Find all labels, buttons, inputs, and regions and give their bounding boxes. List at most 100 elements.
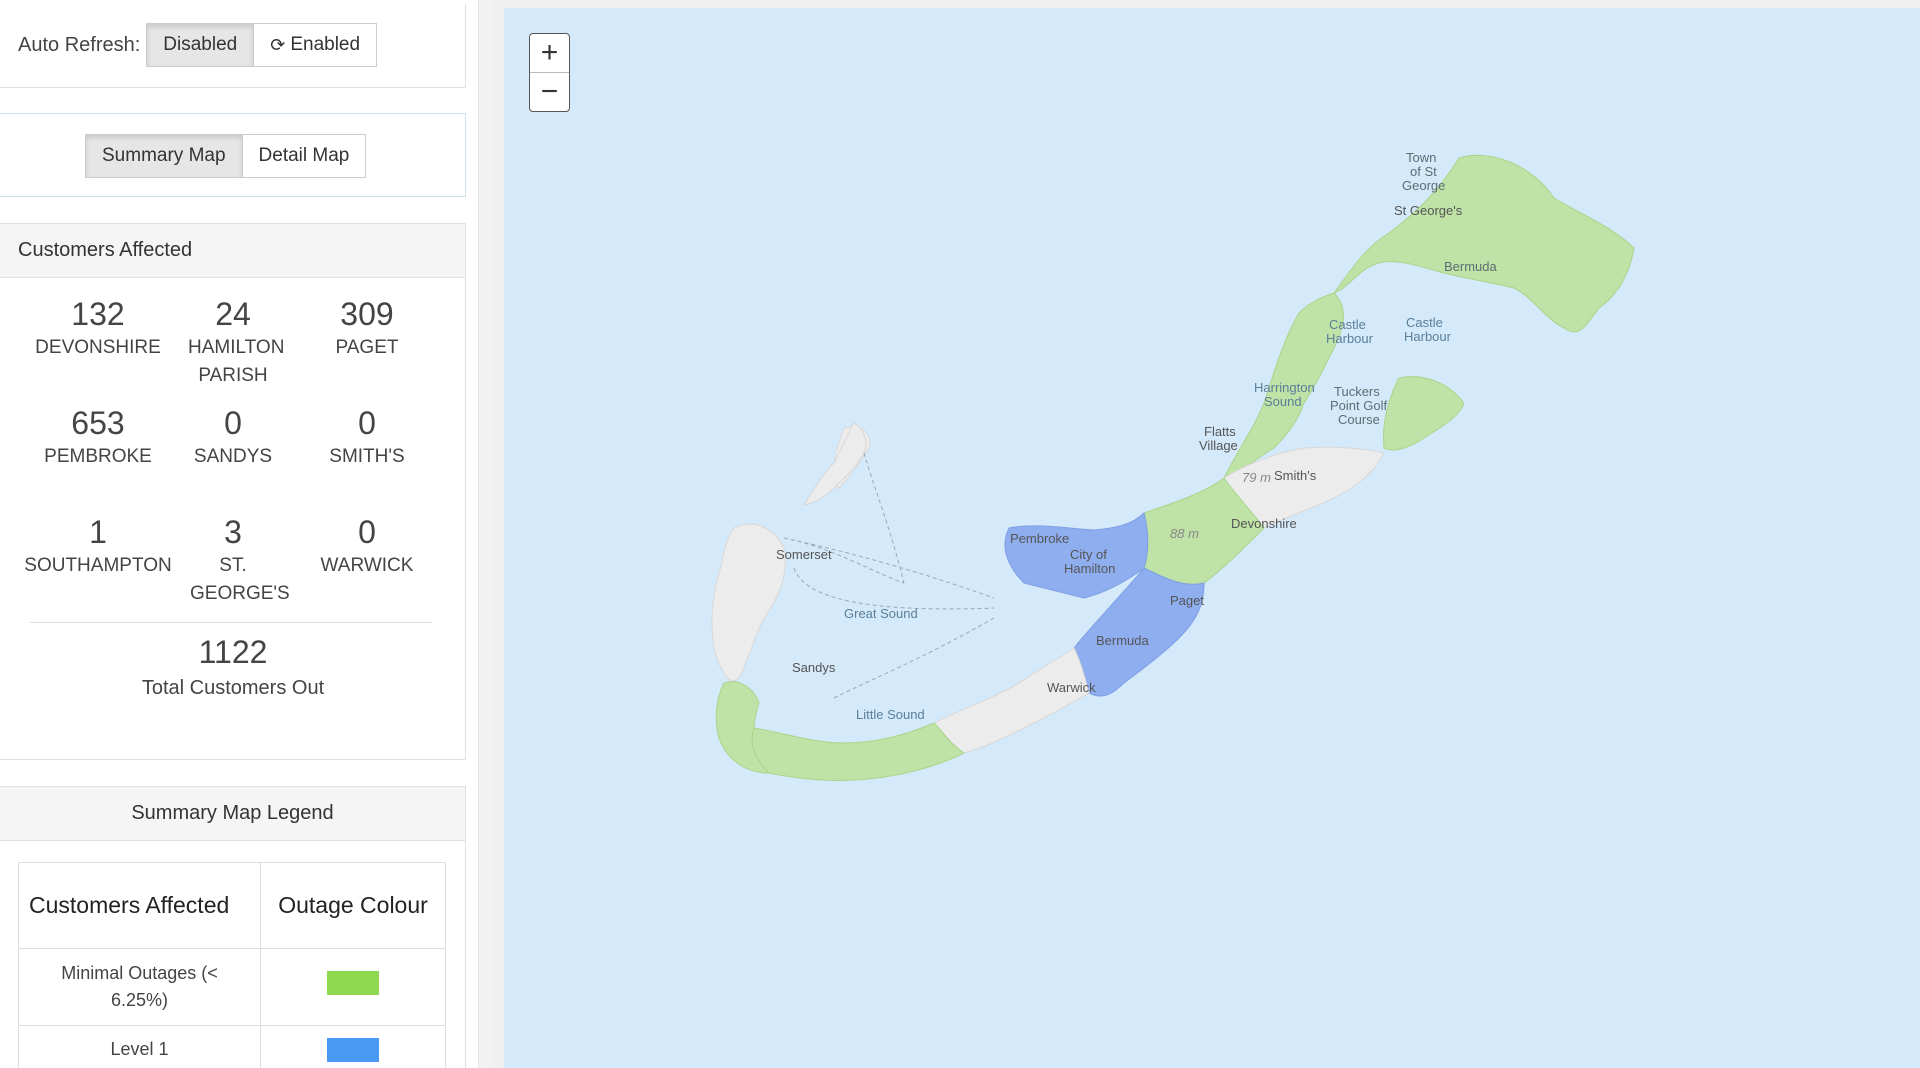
parish-name: HAMILTON PARISH xyxy=(188,337,285,386)
region-dockyard xyxy=(803,422,867,506)
parish-stat: 24 HAMILTON PARISH xyxy=(166,294,300,390)
label-town-st-george-3: George xyxy=(1402,178,1445,193)
parish-count: 24 xyxy=(215,296,251,332)
region-st-georges xyxy=(1332,154,1635,333)
parish-name: PAGET xyxy=(335,337,399,358)
customers-affected-title: Customers Affected xyxy=(0,224,465,278)
parish-stat: 3 ST. GEORGE'S xyxy=(166,512,300,608)
label-pembroke: Pembroke xyxy=(1010,531,1069,546)
label-paget: Paget xyxy=(1170,593,1204,608)
label-smiths: Smith's xyxy=(1274,468,1317,483)
parish-count: 3 xyxy=(224,514,242,550)
refresh-disabled-button[interactable]: Disabled xyxy=(146,23,255,67)
summary-map-label: Summary Map xyxy=(102,145,226,166)
legend-title: Summary Map Legend xyxy=(0,787,465,841)
label-warwick: Warwick xyxy=(1047,680,1096,695)
label-town-st-george-2: of St xyxy=(1410,164,1437,179)
label-great-sound: Great Sound xyxy=(844,606,918,621)
region-warwick xyxy=(933,647,1090,754)
parish-name: PEMBROKE xyxy=(44,446,152,467)
legend-table: Customers Affected Outage Colour Minimal… xyxy=(18,862,446,1068)
refresh-disabled-label: Disabled xyxy=(163,34,238,55)
parish-count: 0 xyxy=(224,405,242,441)
region-southampton xyxy=(751,722,965,782)
label-tuckers-1: Tuckers xyxy=(1334,384,1380,399)
parish-name: ST. GEORGE'S xyxy=(190,555,290,604)
outage-app: Auto Refresh: Disabled ⟳ Enabled Summary … xyxy=(0,0,1920,1068)
map-type-panel: Summary Map Detail Map xyxy=(0,113,466,197)
refresh-enabled-button[interactable]: ⟳ Enabled xyxy=(254,23,378,67)
legend-col-colour: Outage Colour xyxy=(260,862,446,949)
legend-row-label: Level 1 xyxy=(18,1025,261,1068)
summary-map-legend-panel: Summary Map Legend Customers Affected Ou… xyxy=(0,786,466,1068)
legend-row-colour xyxy=(260,1025,446,1068)
parish-count: 0 xyxy=(358,514,376,550)
label-town-st-george-1: Town xyxy=(1406,150,1436,165)
auto-refresh-panel: Auto Refresh: Disabled ⟳ Enabled xyxy=(0,4,466,88)
parish-count: 653 xyxy=(71,405,125,441)
label-height-88: 88 m xyxy=(1170,526,1199,541)
label-castle-harbour-a1: Castle xyxy=(1329,317,1366,332)
label-hamilton-2: Hamilton xyxy=(1064,561,1115,576)
sidebar-separator xyxy=(478,0,492,1068)
label-castle-harbour-b1: Castle xyxy=(1406,315,1443,330)
label-sandys: Sandys xyxy=(792,660,836,675)
auto-refresh-toggle: Disabled ⟳ Enabled xyxy=(146,23,378,67)
legend-swatch-green xyxy=(327,971,379,995)
total-divider xyxy=(30,622,432,623)
total-label: Total Customers Out xyxy=(141,677,325,699)
parish-stat: 0 SMITH'S xyxy=(300,403,434,471)
detail-map-label: Detail Map xyxy=(258,145,350,166)
auto-refresh-label: Auto Refresh: xyxy=(18,33,141,56)
parish-name: SMITH'S xyxy=(329,446,405,467)
label-castle-harbour-b2: Harbour xyxy=(1404,329,1452,344)
label-castle-harbour-a2: Harbour xyxy=(1326,331,1374,346)
total-customers-out: 1122 Total Customers Out xyxy=(0,632,466,704)
legend-col-affected: Customers Affected xyxy=(18,862,261,949)
label-bermuda-sw: Bermuda xyxy=(1096,633,1150,648)
refresh-enabled-label: Enabled xyxy=(290,34,361,55)
summary-map-button[interactable]: Summary Map xyxy=(85,134,243,178)
legend-row-label: Minimal Outages (< 6.25%) xyxy=(18,948,261,1026)
parish-count: 1 xyxy=(89,514,107,550)
label-flatts-1: Flatts xyxy=(1204,424,1236,439)
label-little-sound: Little Sound xyxy=(856,707,925,722)
detail-map-button[interactable]: Detail Map xyxy=(242,134,367,178)
label-tuckers-2: Point Golf xyxy=(1330,398,1387,413)
sync-icon: ⟳ xyxy=(270,34,286,55)
label-harrington-2: Sound xyxy=(1264,394,1302,409)
zoom-in-button[interactable]: + xyxy=(530,34,569,72)
parish-stat: 653 PEMBROKE xyxy=(31,403,165,471)
total-count: 1122 xyxy=(198,634,268,670)
label-tuckers-3: Course xyxy=(1338,412,1380,427)
label-harrington-1: Harrington xyxy=(1254,380,1315,395)
legend-row-text: Level 1 xyxy=(110,1039,169,1059)
legend-row: Level 1 xyxy=(18,1025,446,1068)
label-hamilton-1: City of xyxy=(1070,547,1107,562)
parish-count: 0 xyxy=(358,405,376,441)
label-devonshire: Devonshire xyxy=(1231,516,1297,531)
label-bermuda-ne: Bermuda xyxy=(1444,259,1498,274)
parish-name: SOUTHAMPTON xyxy=(24,555,172,576)
parish-name: WARWICK xyxy=(320,555,414,576)
legend-header-row: Customers Affected Outage Colour xyxy=(18,862,446,949)
parish-name: DEVONSHIRE xyxy=(35,337,161,358)
parish-name: SANDYS xyxy=(193,446,273,467)
label-somerset: Somerset xyxy=(776,547,832,562)
parish-stat: 0 SANDYS xyxy=(166,403,300,471)
customers-affected-panel: Customers Affected 132 DEVONSHIRE 24 HAMIL… xyxy=(0,223,466,760)
label-flatts-2: Village xyxy=(1199,438,1238,453)
auto-refresh-row: Auto Refresh: Disabled ⟳ Enabled xyxy=(18,23,378,67)
legend-row-colour xyxy=(260,948,446,1026)
legend-row: Minimal Outages (< 6.25%) xyxy=(18,948,446,1026)
label-st-georges: St George's xyxy=(1394,203,1463,218)
bermuda-island-map: Town of St George St George's Bermuda Ca… xyxy=(711,150,1635,782)
zoom-control: + − xyxy=(529,33,570,112)
zoom-out-button[interactable]: − xyxy=(530,72,569,110)
parish-count: 132 xyxy=(71,296,125,332)
parish-stat: 0 WARWICK xyxy=(300,512,434,580)
label-height-79: 79 m xyxy=(1242,470,1271,485)
summary-map[interactable]: Town of St George St George's Bermuda Ca… xyxy=(504,8,1920,1068)
parish-stat: 132 DEVONSHIRE xyxy=(31,294,165,362)
legend-row-text: Minimal Outages (< 6.25%) xyxy=(61,963,218,1010)
